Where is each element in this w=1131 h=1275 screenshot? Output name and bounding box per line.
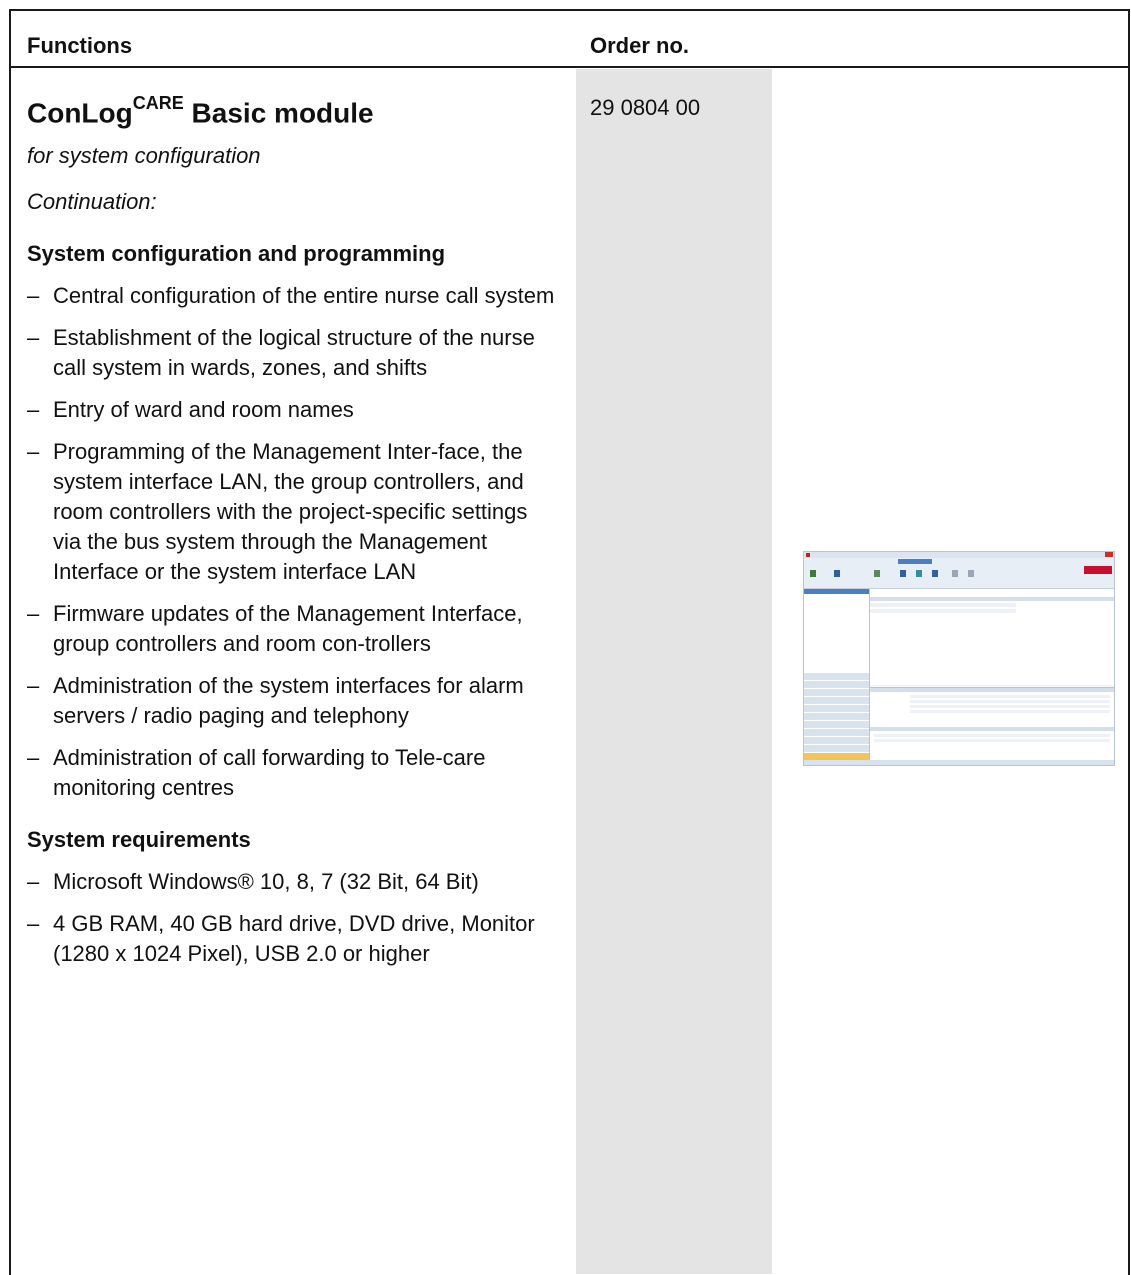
panel-header (870, 727, 1114, 731)
grid-header (870, 597, 1114, 601)
grid-row (874, 734, 1110, 737)
product-title: ConLogCARE Basic module (27, 93, 374, 129)
grid-row (910, 705, 1110, 708)
section-heading-requirements: System requirements (27, 827, 251, 853)
panel-header (870, 688, 1114, 692)
ribbon-icon (900, 570, 906, 577)
grid-row (910, 710, 1110, 713)
grid-row (870, 603, 1017, 607)
functions-header: Functions (27, 33, 133, 58)
product-subtitle: for system configuration (27, 143, 261, 169)
ribbon-icon (810, 570, 816, 577)
requirements-list: Microsoft Windows® 10, 8, 7 (32 Bit, 64 … (27, 867, 557, 969)
grid-row (910, 700, 1110, 703)
nav-item (804, 705, 869, 712)
thumbnail-body (804, 589, 1114, 763)
nav-item (804, 681, 869, 688)
nav-item-active (804, 753, 869, 760)
list-item: 4 GB RAM, 40 GB hard drive, DVD drive, M… (27, 909, 557, 969)
thumbnail-device-grid (870, 589, 1114, 685)
list-item: Central configuration of the entire nurs… (27, 281, 557, 311)
table-header-row: Functions Order no. (9, 9, 1130, 68)
ribbon-icon (834, 570, 840, 577)
thumbnail-statusbar (804, 760, 1114, 765)
configuration-list: Central configuration of the entire nurs… (27, 281, 557, 803)
grid-row (870, 609, 1017, 613)
navigation-items (804, 672, 869, 760)
list-item: Microsoft Windows® 10, 8, 7 (32 Bit, 64 … (27, 867, 557, 897)
nav-item (804, 673, 869, 680)
list-item: Administration of the system interfaces … (27, 671, 557, 731)
ribbon-icon (968, 570, 974, 577)
grid-row (874, 739, 1110, 742)
ribbon-tab-active (898, 559, 932, 564)
list-item: Establishment of the logical structure o… (27, 323, 557, 383)
brand-logo (1084, 566, 1112, 574)
functions-content: ConLogCARE Basic module for system confi… (27, 88, 557, 969)
thumbnail-ribbon (804, 558, 1114, 589)
order-number-header: Order no. (590, 33, 690, 58)
continuation-label: Continuation: (27, 189, 157, 215)
order-column-background (576, 69, 772, 1274)
ribbon-icon (874, 570, 880, 577)
grid-row (910, 695, 1110, 698)
nav-item (804, 689, 869, 696)
thumbnail-lower-panels (870, 687, 1114, 763)
close-icon (1105, 552, 1113, 557)
nav-item (804, 737, 869, 744)
nav-item (804, 713, 869, 720)
nav-item (804, 729, 869, 736)
ribbon-icon (952, 570, 958, 577)
order-number: 29 0804 00 (590, 95, 701, 120)
ribbon-icon (932, 570, 938, 577)
software-screenshot-thumbnail (803, 551, 1115, 766)
nav-item (804, 745, 869, 752)
list-item: Entry of ward and room names (27, 395, 557, 425)
navigation-header (804, 589, 869, 594)
nav-item (804, 697, 869, 704)
thumbnail-navigation (804, 589, 870, 760)
section-heading-configuration: System configuration and programming (27, 241, 446, 267)
list-item: Programming of the Management Inter-face… (27, 437, 557, 587)
nav-item (804, 721, 869, 728)
list-item: Firmware updates of the Management Inter… (27, 599, 557, 659)
ribbon-icon (916, 570, 922, 577)
list-item: Administration of call forwarding to Tel… (27, 743, 557, 803)
product-title-superscript: CARE (132, 93, 184, 113)
app-logo-icon (806, 553, 810, 557)
